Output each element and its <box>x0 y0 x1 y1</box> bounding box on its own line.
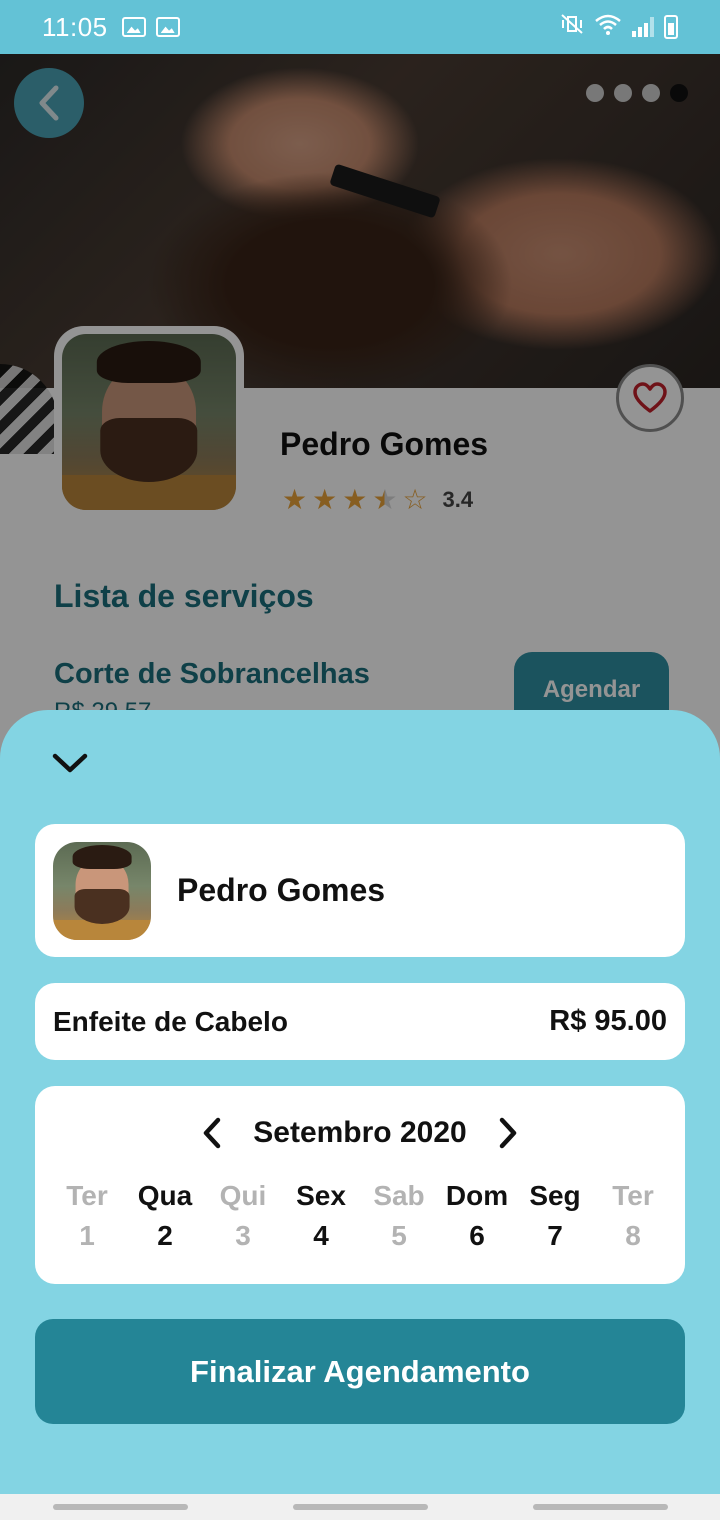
day-option[interactable]: Sex 4 <box>283 1180 359 1252</box>
selected-barber-card: Pedro Gomes <box>35 824 685 957</box>
day-name: Ter <box>66 1180 108 1211</box>
nav-recents-button[interactable] <box>52 1504 188 1510</box>
day-option[interactable]: Ter 8 <box>595 1180 671 1252</box>
day-option[interactable]: Seg 7 <box>517 1180 593 1252</box>
day-name: Seg <box>529 1180 581 1211</box>
status-left-icons <box>121 17 180 37</box>
date-picker-card: Setembro 2020 Ter 1 Qua 2 Qui 3 Sex 4 Sa… <box>35 1086 685 1284</box>
day-name: Ter <box>612 1180 654 1211</box>
battery-charging-icon <box>664 15 678 39</box>
selected-service-card: Enfeite de Cabelo R$ 95.00 <box>35 983 685 1060</box>
selected-barber-name: Pedro Gomes <box>177 872 386 908</box>
chevron-down-icon[interactable] <box>50 748 90 778</box>
nav-home-button[interactable] <box>292 1504 428 1510</box>
day-name: Sex <box>296 1180 346 1211</box>
day-number: 4 <box>313 1220 329 1251</box>
chevron-left-icon[interactable] <box>201 1117 223 1149</box>
status-time: 11:05 <box>42 11 108 42</box>
day-name: Dom <box>445 1180 509 1211</box>
selected-service-price: R$ 95.00 <box>549 1005 667 1037</box>
month-navigator: Setembro 2020 <box>35 1116 685 1150</box>
status-bar: 11:05 <box>0 0 720 54</box>
chevron-right-icon[interactable] <box>497 1117 519 1149</box>
barber-avatar-small <box>53 841 151 940</box>
day-name: Qua <box>137 1180 193 1211</box>
finalize-booking-button[interactable]: Finalizar Agendamento <box>35 1319 685 1424</box>
system-nav-bar <box>0 1494 720 1520</box>
status-right-icons <box>560 13 678 41</box>
selected-service-name: Enfeite de Cabelo <box>53 1005 288 1037</box>
gallery-icon <box>121 17 146 37</box>
day-number: 5 <box>391 1220 407 1251</box>
day-number: 6 <box>469 1220 485 1251</box>
days-row: Ter 1 Qua 2 Qui 3 Sex 4 Sab 5 Dom 6 Seg … <box>49 1180 671 1252</box>
day-option[interactable]: Sab 5 <box>361 1180 437 1252</box>
month-label: Setembro 2020 <box>253 1116 467 1149</box>
day-option[interactable]: Ter 1 <box>49 1180 125 1252</box>
day-option[interactable]: Qui 3 <box>205 1180 281 1252</box>
voicemail-icon <box>155 17 180 37</box>
mute-vibrate-icon <box>560 13 584 41</box>
day-number: 8 <box>625 1220 641 1251</box>
day-name: Qui <box>219 1180 267 1211</box>
day-name: Sab <box>373 1180 425 1211</box>
day-number: 2 <box>157 1220 173 1251</box>
day-option[interactable]: Dom 6 <box>439 1180 515 1252</box>
booking-bottom-sheet: Pedro Gomes Enfeite de Cabelo R$ 95.00 S… <box>0 710 720 1494</box>
day-number: 7 <box>547 1220 563 1251</box>
day-number: 1 <box>79 1220 95 1251</box>
nav-back-button[interactable] <box>532 1504 668 1510</box>
barber-profile-screen: Pedro Gomes ★ ★ ★ ★ ☆ 3.4 Lista de servi… <box>0 54 720 1494</box>
signal-icon <box>632 17 654 37</box>
wifi-icon <box>594 13 622 41</box>
day-option[interactable]: Qua 2 <box>127 1180 203 1252</box>
day-number: 3 <box>235 1220 251 1251</box>
